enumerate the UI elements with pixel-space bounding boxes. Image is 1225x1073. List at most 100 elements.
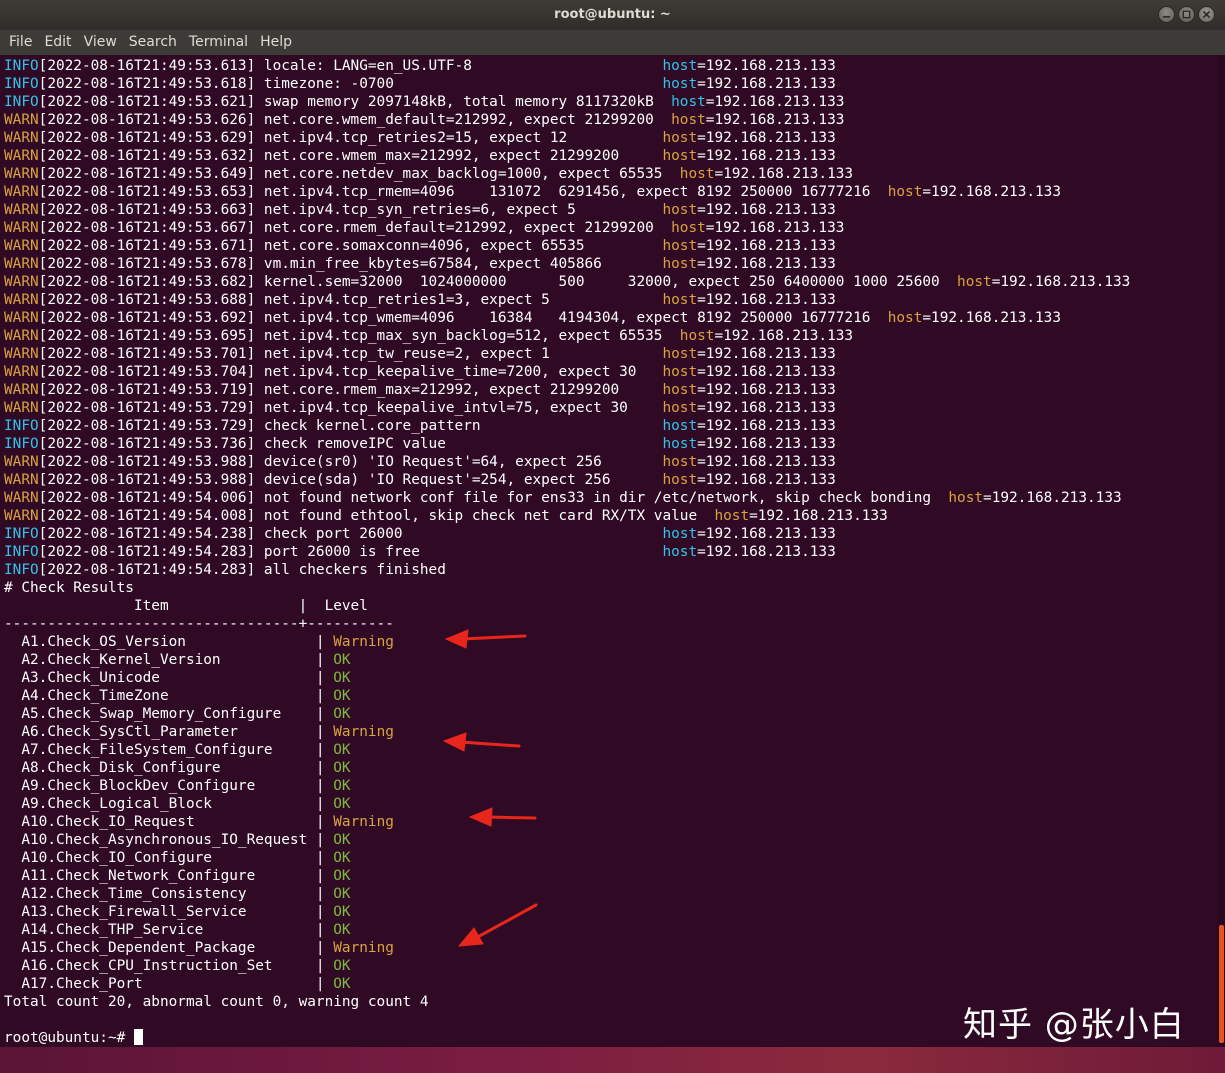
table-row: A15.Check_Dependent_Package | Warning [4, 939, 394, 957]
log-timestamp: [2022-08-16T21:49:54.283] [38, 544, 256, 560]
check-item: A1.Check_OS_Version [4, 634, 308, 650]
shell-prompt-line[interactable]: root@ubuntu:~# [4, 1029, 143, 1047]
host-key: host [662, 58, 698, 74]
column-divider: | [307, 976, 334, 992]
check-level: OK [333, 706, 351, 722]
log-level: WARN [4, 508, 39, 524]
check-item: A12.Check_Time_Consistency [4, 886, 308, 902]
check-item: A11.Check_Network_Configure [4, 868, 308, 884]
log-message: check kernel.core_pattern [263, 418, 481, 434]
log-timestamp: [2022-08-16T21:49:53.667] [38, 220, 256, 236]
log-level: WARN [4, 454, 39, 470]
results-separator-text: ----------------------------------+-----… [4, 616, 394, 632]
table-row: A9.Check_Logical_Block | OK [4, 795, 350, 813]
terminal-output[interactable]: INFO[2022-08-16T21:49:53.613] locale: LAN… [0, 55, 1217, 1047]
window-titlebar[interactable]: root@ubuntu: ~ [0, 0, 1225, 30]
menu-terminal[interactable]: Terminal [188, 30, 249, 55]
log-line: WARN[2022-08-16T21:49:53.649] net.core.ne… [4, 165, 853, 183]
host-key: host [662, 526, 698, 542]
log-timestamp: [2022-08-16T21:49:53.621] [38, 94, 256, 110]
host-value: =192.168.213.133 [991, 274, 1131, 290]
log-level: WARN [4, 184, 39, 200]
log-timestamp: [2022-08-16T21:49:53.695] [38, 328, 256, 344]
close-icon[interactable] [1198, 6, 1215, 23]
check-item: A7.Check_FileSystem_Configure [4, 742, 308, 758]
log-line: WARN[2022-08-16T21:49:53.629] net.ipv4.tc… [4, 129, 836, 147]
menu-help[interactable]: Help [259, 30, 293, 55]
log-timestamp: [2022-08-16T21:49:53.663] [38, 202, 256, 218]
log-timestamp: [2022-08-16T21:49:53.736] [38, 436, 256, 452]
log-line: WARN[2022-08-16T21:49:53.671] net.core.so… [4, 237, 836, 255]
table-row: A7.Check_FileSystem_Configure | OK [4, 741, 350, 759]
log-timestamp: [2022-08-16T21:49:53.688] [38, 292, 256, 308]
log-host: host=192.168.213.133 [662, 291, 835, 309]
log-host: host=192.168.213.133 [662, 471, 835, 489]
host-key: host [662, 382, 698, 398]
table-row: A16.Check_CPU_Instruction_Set | OK [4, 957, 351, 975]
table-row: A5.Check_Swap_Memory_Configure | OK [4, 705, 351, 723]
log-host: host=192.168.213.133 [662, 453, 835, 471]
scrollbar-thumb[interactable] [1219, 925, 1224, 1043]
host-value: =192.168.213.133 [697, 526, 836, 542]
log-line: INFO[2022-08-16T21:49:53.613] locale: LAN… [4, 57, 836, 75]
log-line: WARN[2022-08-16T21:49:53.667] net.core.rm… [4, 219, 844, 237]
log-line: WARN[2022-08-16T21:49:53.692] net.ipv4.tc… [4, 309, 1061, 327]
column-divider: | [307, 868, 334, 884]
log-message: not found network conf file for ens33 in… [263, 490, 932, 506]
log-message: swap memory 2097148kB, total memory 8117… [263, 94, 654, 110]
table-row: A14.Check_THP_Service | OK [4, 921, 350, 939]
check-level: Warning [333, 724, 394, 740]
log-timestamp: [2022-08-16T21:49:53.632] [38, 148, 256, 164]
column-divider: | [307, 670, 334, 686]
menu-view[interactable]: View [83, 30, 118, 55]
minimize-icon[interactable] [1158, 6, 1175, 23]
log-timestamp: [2022-08-16T21:49:53.682] [38, 274, 256, 290]
check-level: OK [333, 670, 351, 686]
check-item: A5.Check_Swap_Memory_Configure [4, 706, 308, 722]
check-level: Warning [333, 814, 394, 830]
host-key: host [662, 472, 698, 488]
log-level: WARN [4, 346, 39, 362]
log-message: check removeIPC value [263, 436, 446, 452]
host-key: host [957, 274, 992, 290]
menu-edit[interactable]: Edit [43, 30, 72, 55]
menu-search[interactable]: Search [128, 30, 178, 55]
log-host: host=192.168.213.133 [680, 165, 853, 183]
host-value: =192.168.213.133 [697, 58, 836, 74]
host-key: host [948, 490, 984, 506]
log-message: net.core.wmem_default=212992, expect 212… [263, 112, 654, 128]
table-row: A3.Check_Unicode | OK [4, 669, 351, 687]
table-row: A2.Check_Kernel_Version | OK [4, 651, 350, 669]
maximize-icon[interactable] [1178, 6, 1195, 23]
shell-prompt: root@ubuntu:~# [4, 1030, 134, 1046]
check-level: OK [333, 958, 351, 974]
host-value: =192.168.213.133 [714, 328, 854, 344]
log-host: host=192.168.213.133 [957, 273, 1130, 291]
log-host: host=192.168.213.133 [662, 201, 835, 219]
host-key: host [662, 346, 698, 362]
column-divider: | [307, 850, 334, 866]
check-item: A10.Check_Asynchronous_IO_Request [4, 832, 308, 848]
host-value: =192.168.213.133 [705, 220, 845, 236]
host-value: =192.168.213.133 [697, 364, 836, 380]
menu-bar: File Edit View Search Terminal Help [0, 30, 1225, 55]
log-line: WARN[2022-08-16T21:49:54.006] not found n… [4, 489, 1122, 507]
log-level: WARN [4, 292, 39, 308]
log-timestamp: [2022-08-16T21:49:53.649] [38, 166, 256, 182]
table-row: A10.Check_IO_Request | Warning [4, 813, 394, 831]
results-heading: # Check Results [4, 579, 134, 597]
host-key: host [662, 292, 698, 308]
log-host: host=192.168.213.133 [671, 219, 844, 237]
log-level: WARN [4, 166, 39, 182]
log-host: host=192.168.213.133 [662, 417, 835, 435]
log-level: WARN [4, 238, 39, 254]
log-line: INFO[2022-08-16T21:49:54.283] port 26000 … [4, 543, 836, 561]
check-level: OK [333, 904, 351, 920]
table-row: A1.Check_OS_Version | Warning [4, 633, 394, 651]
menu-file[interactable]: File [8, 30, 33, 55]
column-divider: | [307, 778, 334, 794]
host-key: host [662, 256, 698, 272]
terminal-scrollbar[interactable] [1217, 55, 1225, 1047]
log-message: net.ipv4.tcp_wmem=4096 16384 4194304, ex… [263, 310, 871, 326]
log-level: WARN [4, 364, 39, 380]
